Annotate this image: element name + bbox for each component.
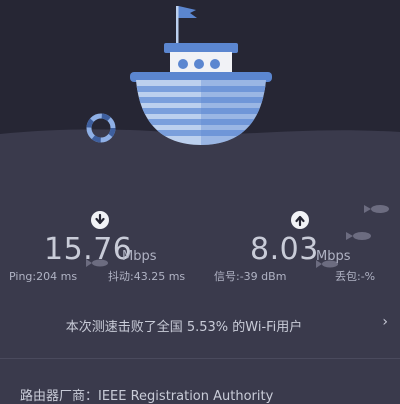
upload-speed-unit: Mbps: [316, 249, 351, 264]
router-vendor-label: 路由器厂商：IEEE Registration Authority: [20, 389, 274, 404]
upload-speed-value: 8.03: [250, 232, 319, 267]
boat-flag: [178, 6, 197, 18]
boat-cabin-roof: [164, 43, 238, 53]
divider: [0, 358, 400, 359]
packet-loss-value: 丢包:-%: [335, 270, 376, 283]
boat-mast: [176, 6, 179, 48]
arrow-down-icon: [91, 211, 109, 229]
speed-summary-text: 本次测速击败了全国 5.53% 的Wi-Fi用户: [65, 320, 303, 335]
chevron-right-icon: ›: [382, 314, 388, 330]
download-speed-unit: Mbps: [122, 249, 157, 264]
ping-value: Ping:204 ms: [9, 270, 78, 283]
signal-value: 信号:-39 dBm: [214, 270, 287, 283]
arrow-up-icon: [291, 211, 309, 229]
jitter-value: 抖动:43.25 ms: [108, 270, 186, 283]
download-speed-value: 15.76: [44, 232, 133, 267]
boat-porthole: [194, 59, 204, 69]
boat-porthole: [210, 59, 220, 69]
boat-illustration: [130, 6, 272, 145]
boat-porthole: [178, 59, 188, 69]
speed-summary-row[interactable]: 本次测速击败了全国 5.53% 的Wi-Fi用户 ›: [0, 298, 400, 356]
